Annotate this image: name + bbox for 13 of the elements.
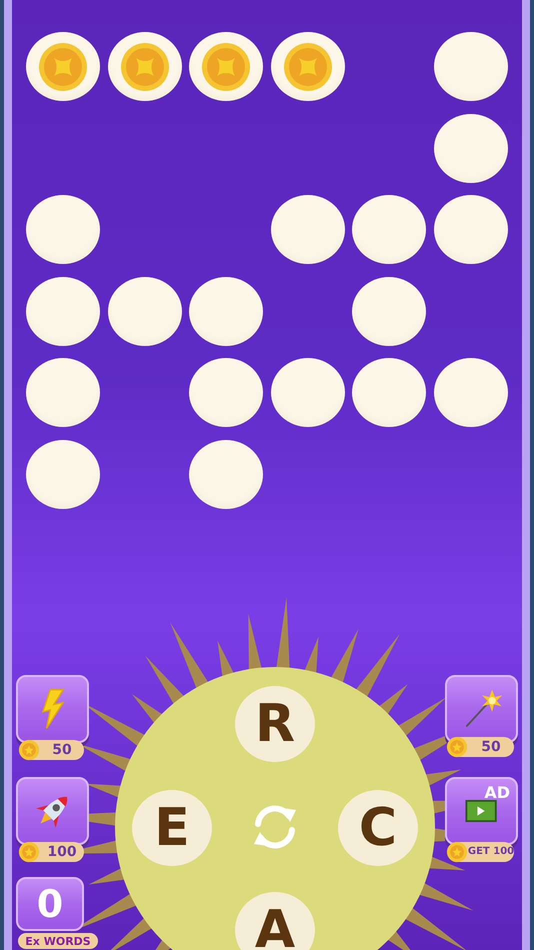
coin-icon	[282, 42, 334, 92]
coin-icon	[446, 841, 468, 863]
coin-icon	[200, 42, 252, 92]
words-label: Ex WORDS	[18, 933, 98, 949]
coin-icon	[18, 739, 40, 761]
power-up-button[interactable]	[16, 675, 89, 743]
coin-icon	[37, 42, 89, 92]
coin-icon	[18, 841, 40, 863]
ad-label: AD	[484, 785, 510, 801]
power-up-button[interactable]	[16, 777, 89, 845]
coin-icon	[118, 42, 171, 92]
coin-icon	[446, 736, 468, 758]
words-counter-button[interactable]: 0	[16, 877, 84, 931]
